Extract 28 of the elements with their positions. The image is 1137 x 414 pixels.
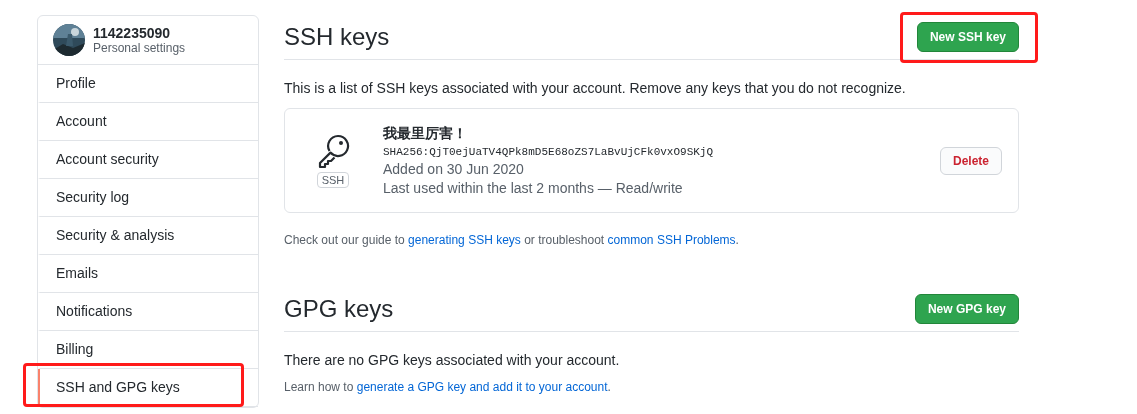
key-title: 我最里厉害！ (383, 125, 468, 143)
section-description: This is a list of SSH keys associated with your account. Remove any keys that you do not recognize. (284, 80, 907, 96)
key-last-used: Last used within the last 2 months — Read/write (383, 180, 684, 196)
sidebar-item[interactable]: Profile (38, 65, 258, 103)
avatar (53, 24, 85, 56)
key-added-date: Added on 30 Jun 2020 (383, 161, 525, 177)
sidebar-item[interactable]: Account (38, 103, 258, 141)
sidebar-item[interactable]: Security log (38, 179, 258, 217)
key-fingerprint: SHA256:QjT0ejUaTV4QPk8mD5E68oZS7LaBvUjCFk0vxO9SKjQ (383, 146, 715, 158)
help-link[interactable]: generating SSH keys (408, 233, 521, 247)
key-icon (316, 133, 350, 170)
help-link[interactable]: generate a GPG key and add it to your account (356, 380, 608, 394)
profile-subtitle: Personal settings (93, 41, 186, 55)
sidebar-item[interactable]: Emails (38, 255, 258, 293)
sidebar-item[interactable]: Notifications (38, 293, 258, 331)
sidebar-item[interactable]: Account security (38, 141, 258, 179)
sidebar-item[interactable]: SSH and GPG keys (38, 369, 258, 407)
sidebar-item[interactable]: Security & analysis (38, 217, 258, 255)
section-title: SSH keys (284, 23, 390, 51)
help-link[interactable]: common SSH Problems (607, 233, 736, 247)
help-text: Learn how to generate a GPG key and add it to your account. (284, 380, 612, 394)
username: 1142235090 (93, 25, 172, 41)
section-description: There are no GPG keys associated with your account. (284, 352, 621, 368)
help-text: Check out our guide to generating SSH keys or troubleshoot common SSH Problems. (284, 233, 740, 247)
key-type-label: SSH (316, 171, 350, 188)
delete-button[interactable]: Delete (939, 146, 1002, 175)
section-title: GPG keys (284, 295, 394, 323)
sidebar-item[interactable]: Billing (38, 331, 258, 369)
